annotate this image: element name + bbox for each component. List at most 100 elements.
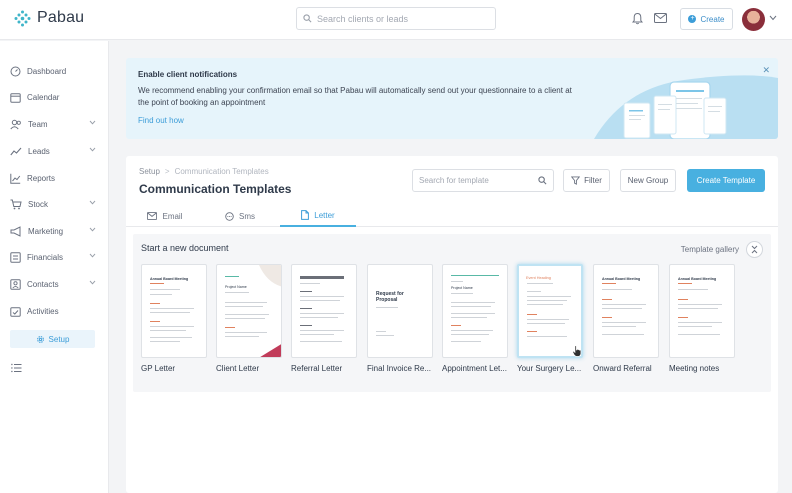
thumbnail-heading: Project Name: [451, 286, 473, 290]
thumbnail-heading: Project Name: [225, 285, 247, 289]
new-document-section: Start a new document Template gallery An…: [133, 234, 771, 392]
template-thumbnail[interactable]: [291, 264, 357, 358]
template-card-meeting-notes[interactable]: Annual Board Meeting Meeting notes: [669, 264, 735, 373]
sidebar-item-stock[interactable]: Stock: [10, 196, 100, 212]
bell-icon[interactable]: [632, 12, 643, 25]
sidebar: Dashboard Calendar Team Leads Reports St…: [0, 41, 109, 493]
close-icon[interactable]: ✕: [762, 65, 770, 76]
sidebar-item-activities[interactable]: Activities: [10, 303, 100, 319]
app-logo[interactable]: Pabau: [14, 9, 84, 27]
collapse-sidebar-icon[interactable]: [11, 363, 22, 373]
template-card-onward-referral[interactable]: Annual Board Meeting Onward Referral: [593, 264, 659, 373]
template-gallery-toggle[interactable]: [746, 241, 763, 258]
sidebar-item-reports[interactable]: Reports: [10, 170, 100, 186]
mail-icon[interactable]: [654, 13, 667, 23]
breadcrumb-setup[interactable]: Setup: [139, 167, 160, 176]
chevron-down-icon: [89, 227, 96, 232]
template-gallery-link[interactable]: Template gallery: [681, 245, 739, 254]
tab-letter[interactable]: Letter: [280, 205, 356, 227]
template-card-gp-letter[interactable]: Annual Board Meeting GP Letter: [141, 264, 207, 373]
reports-icon: [10, 173, 21, 184]
banner-text: We recommend enabling your confirmation …: [138, 86, 572, 107]
template-thumbnail[interactable]: Annual Board Meeting: [669, 264, 735, 358]
chevron-down-icon: [89, 253, 96, 258]
template-thumbnail[interactable]: Project Name: [442, 264, 508, 358]
contacts-icon: [10, 278, 21, 290]
sidebar-item-financials[interactable]: Financials: [10, 249, 100, 265]
team-icon: [10, 119, 21, 129]
sidebar-item-label: Stock: [28, 199, 49, 209]
template-search[interactable]: [412, 169, 554, 192]
global-search[interactable]: [296, 7, 496, 30]
template-search-input[interactable]: [419, 176, 537, 185]
chevron-down-icon: [89, 120, 96, 125]
template-label: Meeting notes: [669, 364, 720, 373]
top-bar: Pabau + Create: [0, 0, 792, 40]
thumbnail-heading: Annual Board Meeting: [678, 277, 717, 281]
user-avatar[interactable]: [742, 8, 765, 31]
mail-icon: [147, 212, 158, 220]
thumbnail-heading: Annual Board Meeting: [150, 277, 189, 281]
tab-label: Sms: [239, 211, 255, 221]
sidebar-item-setup[interactable]: Setup: [10, 330, 95, 348]
tab-email[interactable]: Email: [136, 205, 194, 227]
sidebar-item-marketing[interactable]: Marketing: [10, 223, 100, 239]
template-thumbnail[interactable]: Annual Board Meeting: [141, 264, 207, 358]
sidebar-item-label: Setup: [48, 334, 70, 344]
sidebar-item-calendar[interactable]: Calendar: [10, 89, 100, 105]
sidebar-item-label: Leads: [28, 146, 50, 156]
template-card-appointment-letter[interactable]: Project Name Appointment Let...: [442, 264, 508, 373]
app-name: Pabau: [37, 9, 85, 26]
thumbnail-decoration: [260, 344, 281, 357]
template-card-final-invoice[interactable]: Request for Proposal Final Invoice Re...: [367, 264, 433, 373]
thumbnail-decoration: [259, 265, 281, 287]
start-new-document-heading: Start a new document: [141, 243, 229, 253]
create-template-button[interactable]: Create Template: [687, 169, 765, 192]
sidebar-item-dashboard[interactable]: Dashboard: [10, 63, 100, 79]
sidebar-item-team[interactable]: Team: [10, 116, 100, 132]
chat-icon: [225, 211, 234, 221]
sidebar-item-label: Team: [28, 119, 48, 129]
template-thumbnail[interactable]: Project Name: [216, 264, 282, 358]
thumbnail-heading: Event Heading: [526, 276, 551, 280]
create-button[interactable]: + Create: [680, 8, 733, 30]
create-button-label: Create: [700, 14, 725, 24]
global-search-input[interactable]: [317, 13, 487, 24]
sidebar-item-label: Marketing: [28, 226, 64, 236]
thumbnail-heading: Annual Board Meeting: [602, 277, 641, 281]
template-thumbnail[interactable]: Request for Proposal: [367, 264, 433, 358]
template-label: Final Invoice Re...: [367, 364, 432, 373]
breadcrumb: Setup > Communication Templates: [139, 167, 269, 176]
activities-icon: [10, 306, 21, 317]
breadcrumb-separator: >: [164, 167, 170, 176]
template-card-referral-letter[interactable]: Referral Letter: [291, 264, 357, 373]
new-group-button[interactable]: New Group: [620, 169, 676, 192]
leads-icon: [10, 147, 22, 155]
chevron-down-icon: [89, 280, 96, 285]
hand-cursor-icon: [572, 345, 582, 357]
filter-button[interactable]: Filter: [563, 169, 610, 192]
template-label: Client Letter: [216, 364, 260, 373]
sidebar-item-contacts[interactable]: Contacts: [10, 276, 100, 292]
template-type-tabs: Email Sms Letter: [126, 205, 778, 227]
breadcrumb-current: Communication Templates: [174, 167, 269, 176]
tab-label: Letter: [314, 210, 335, 220]
chevron-down-icon[interactable]: [769, 15, 777, 21]
sidebar-item-label: Reports: [27, 173, 56, 183]
gear-icon: [36, 335, 44, 343]
sidebar-item-leads[interactable]: Leads: [10, 143, 100, 159]
sidebar-item-label: Contacts: [27, 279, 59, 289]
template-thumbnail[interactable]: Event Heading: [517, 264, 583, 358]
page-title: Communication Templates: [139, 182, 292, 196]
calendar-icon: [10, 92, 21, 103]
template-card-client-letter[interactable]: Project Name Client Letter: [216, 264, 282, 373]
find-out-how-link[interactable]: Find out how: [138, 116, 184, 125]
banner-title: Enable client notifications: [138, 70, 238, 79]
template-thumbnail[interactable]: Annual Board Meeting: [593, 264, 659, 358]
search-icon: [538, 176, 547, 185]
sidebar-item-label: Activities: [27, 306, 59, 316]
financials-icon: [10, 251, 21, 263]
tab-sms[interactable]: Sms: [214, 205, 266, 227]
search-icon: [303, 14, 312, 23]
template-label: GP Letter: [141, 364, 176, 373]
